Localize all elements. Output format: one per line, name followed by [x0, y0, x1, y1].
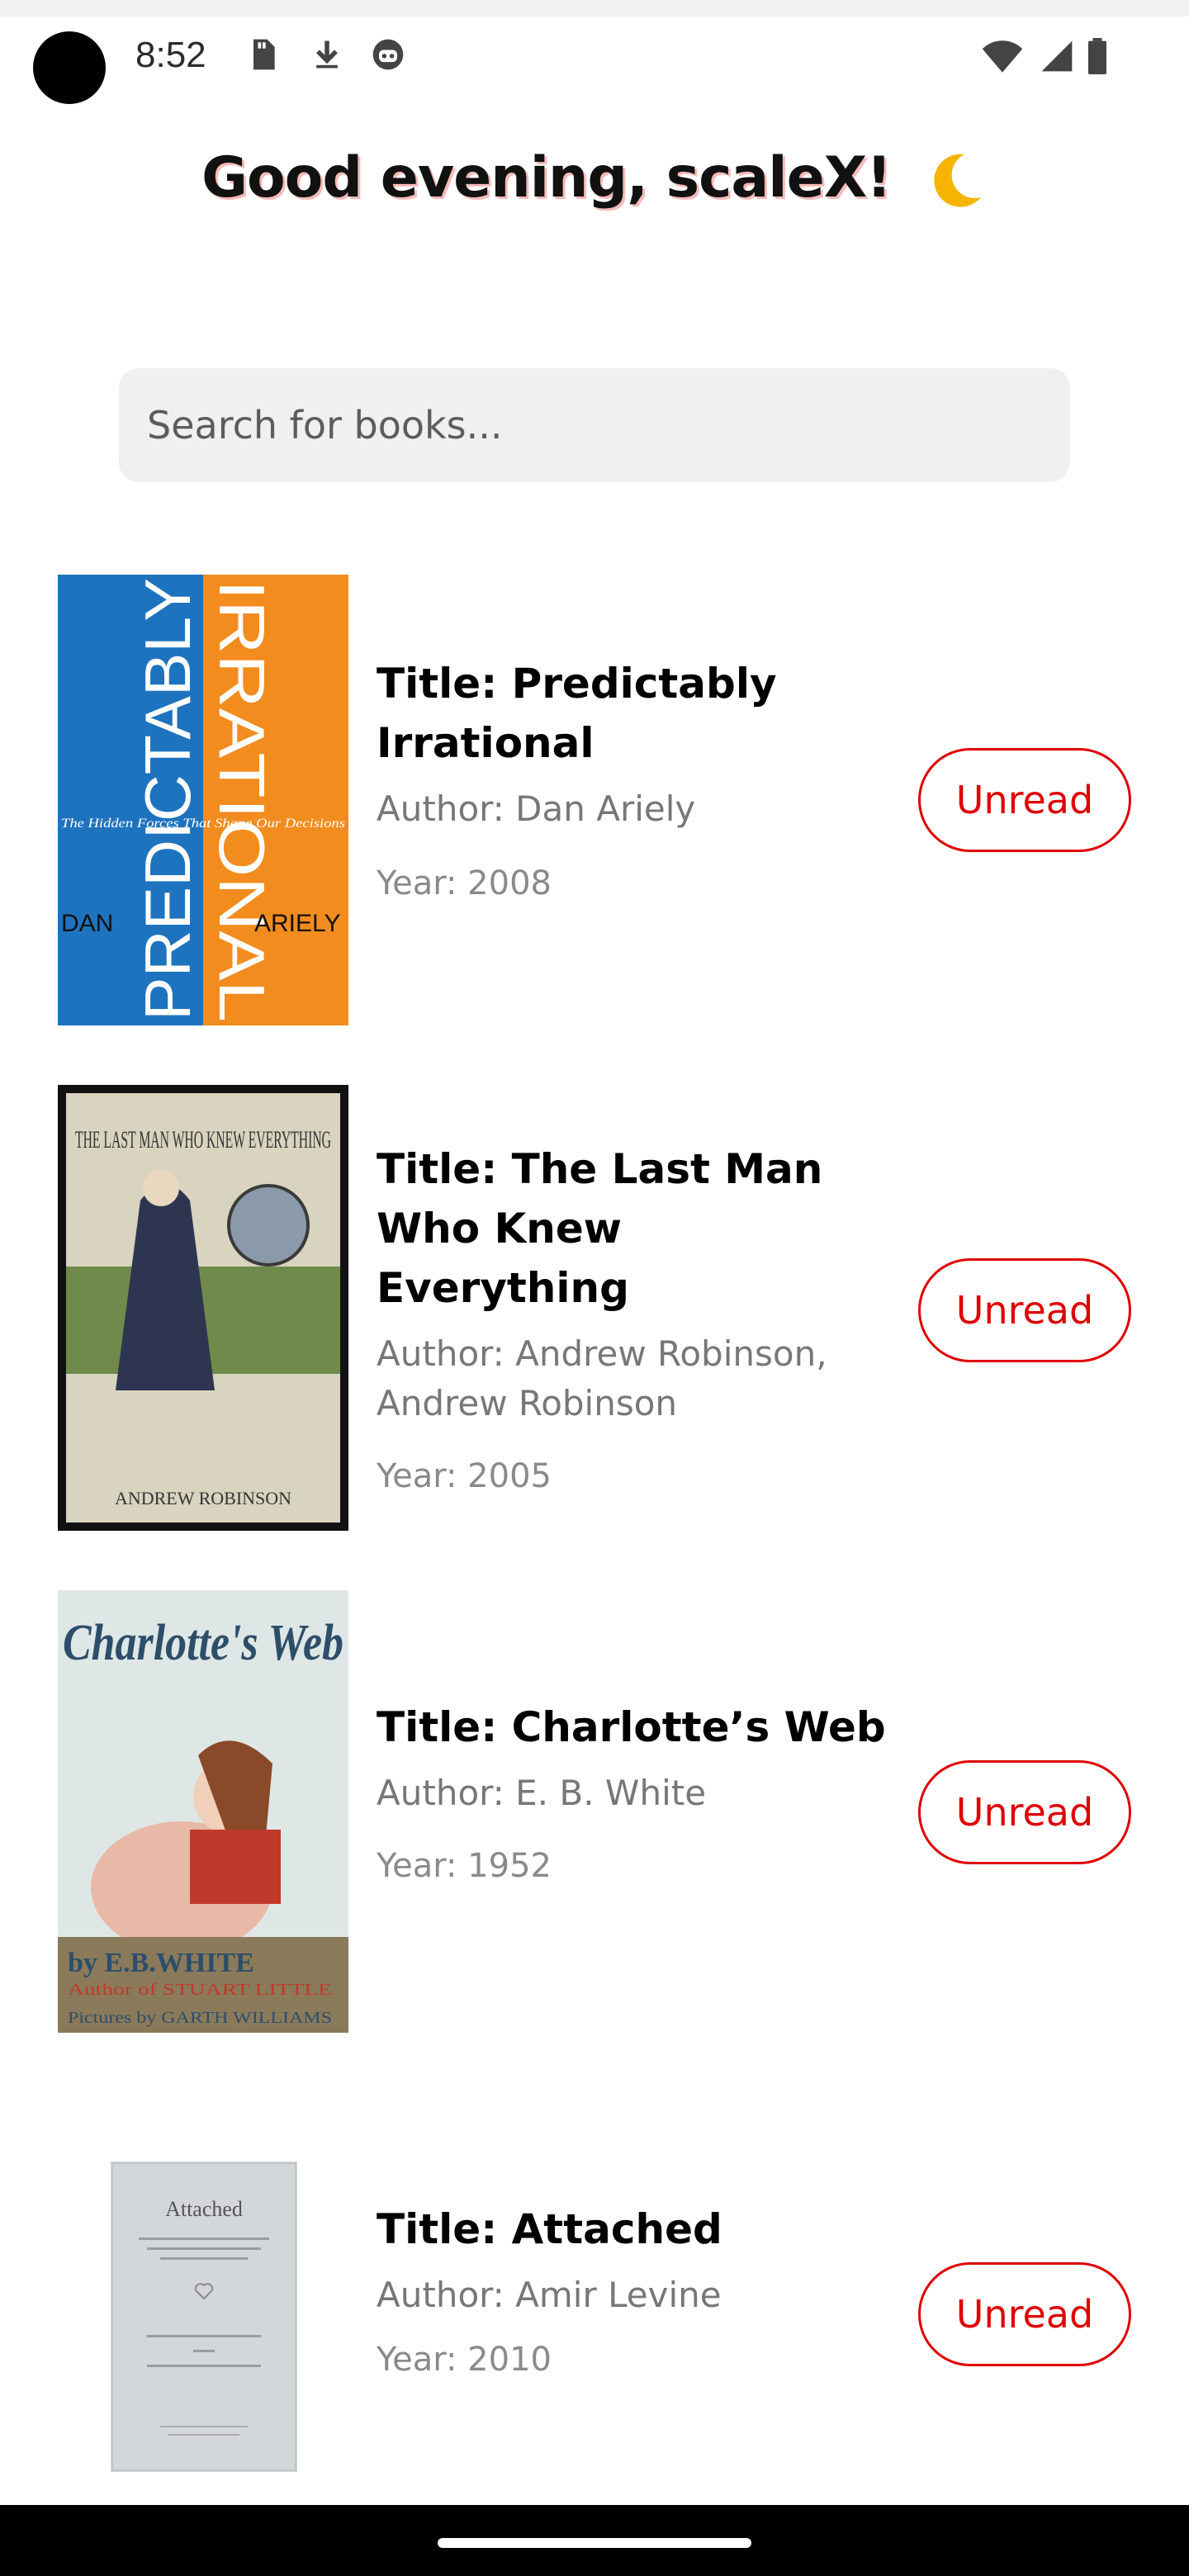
- book-title: Title: Attached: [377, 2205, 722, 2253]
- wifi-icon: [982, 40, 1023, 73]
- status-time: 8:52: [135, 35, 206, 75]
- book-title: Title: Charlotte’s Web: [377, 1703, 886, 1751]
- book-list-item[interactable]: PREDICTABLY IRRATIONAL The Hidden Forces…: [0, 575, 1189, 1025]
- book-author: Author: Dan Ariely: [377, 788, 696, 829]
- battery-icon: [1088, 38, 1106, 74]
- cover-author-left: DAN: [61, 910, 113, 937]
- book-year: Year: 2005: [377, 1457, 552, 1495]
- cellular-signal-icon: [1041, 40, 1073, 72]
- book-list-item[interactable]: THE LAST MAN WHO KNEW EVERYTHING ANDREW …: [0, 1085, 1189, 1531]
- read-status-button[interactable]: Unread: [918, 1760, 1131, 1864]
- book-author: Author: Andrew Robinson, Andrew Robinson: [377, 1333, 827, 1423]
- book-title: Title: Predictably Irrational: [377, 660, 777, 767]
- cover-byline: by E.B.WHITE: [68, 1948, 254, 1978]
- greeting-text: Good evening, scaleX!: [201, 145, 892, 211]
- read-status-button[interactable]: Unread: [918, 2262, 1131, 2366]
- cover-illustrator: Pictures by GARTH WILLIAMS: [68, 2009, 332, 2027]
- book-year: Year: 2008: [377, 864, 552, 902]
- book-author: Author: E. B. White: [377, 1773, 707, 1813]
- cover-heading: Charlotte's Web: [63, 1615, 343, 1671]
- book-list-item[interactable]: Charlotte's Web by E.B.WHITE Author of S…: [0, 1590, 1189, 2033]
- book-cover: PREDICTABLY IRRATIONAL The Hidden Forces…: [58, 575, 348, 1025]
- cover-author-right: ARIELY: [254, 910, 341, 937]
- book-list-item[interactable]: Attached Title: Attached Author: Amir Le…: [0, 2153, 1189, 2475]
- camera-cutout: [33, 31, 106, 104]
- book-info: Title: Charlotte’s Web Author: E. B. Whi…: [377, 1698, 888, 1891]
- cover-heading: THE LAST MAN WHO KNEW EVERYTHING: [75, 1126, 331, 1153]
- cover-title-right: IRRATIONAL: [206, 580, 278, 1022]
- search-input[interactable]: [119, 368, 1070, 482]
- book-title: Title: The Last Man Who Knew Everything: [377, 1145, 823, 1312]
- crescent-moon-icon: [934, 154, 981, 208]
- book-cover: Charlotte's Web by E.B.WHITE Author of S…: [58, 1590, 348, 2033]
- book-info: Title: The Last Man Who Knew Everything …: [377, 1139, 888, 1501]
- book-info: Title: Predictably Irrational Author: Da…: [377, 654, 888, 908]
- cover-heading: Attached: [165, 2197, 243, 2221]
- system-navigation-bar: [0, 2505, 1189, 2576]
- cover-title-left: PREDICTABLY: [131, 578, 204, 1020]
- download-icon: [316, 40, 338, 69]
- read-status-button[interactable]: Unread: [918, 1258, 1131, 1362]
- book-year: Year: 1952: [377, 1847, 552, 1885]
- sd-card-icon: [253, 39, 275, 70]
- top-strip: [0, 0, 1189, 17]
- cover-byline: ANDREW ROBINSON: [115, 1488, 291, 1508]
- greeting-heading: Good evening, scaleX!: [0, 145, 1189, 214]
- book-year: Year: 2010: [377, 2341, 552, 2379]
- home-gesture-handle[interactable]: [438, 2538, 751, 2548]
- book-cover: THE LAST MAN WHO KNEW EVERYTHING ANDREW …: [58, 1085, 348, 1531]
- cover-tagline: The Hidden Forces That Shape Our Decisio…: [61, 817, 345, 831]
- book-cover: Attached: [111, 2162, 297, 2472]
- book-author: Author: Amir Levine: [377, 2275, 722, 2315]
- read-status-button[interactable]: Unread: [918, 748, 1131, 852]
- cover-subline: Author of STUART LITTLE: [68, 1981, 332, 1999]
- robot-icon: [372, 39, 404, 70]
- book-info: Title: Attached Author: Amir Levine Year…: [377, 2200, 888, 2384]
